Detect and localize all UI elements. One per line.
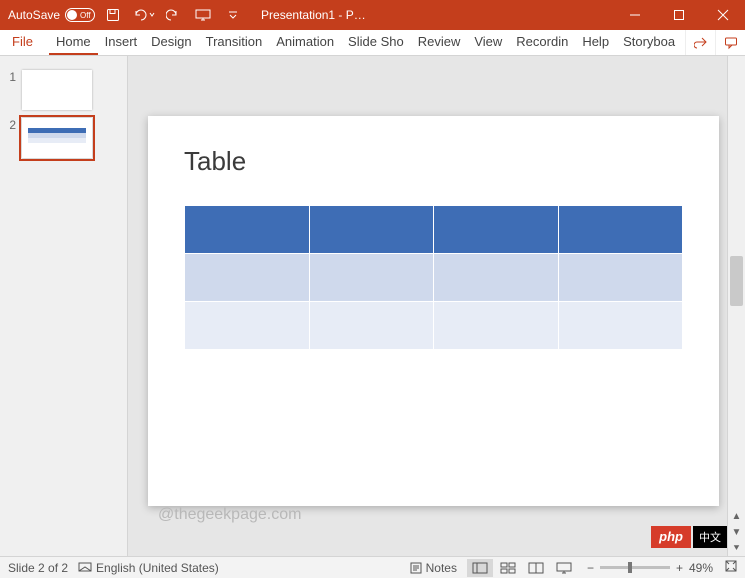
tab-review[interactable]: Review [411, 30, 468, 55]
scrollbar-thumb[interactable] [730, 256, 743, 306]
close-button[interactable] [701, 0, 745, 30]
autosave-label: AutoSave [8, 8, 60, 22]
table-cell[interactable] [309, 302, 434, 350]
watermark-text: @thegeekpage.com [158, 506, 301, 524]
present-from-beginning-icon[interactable] [191, 3, 215, 27]
tab-transition[interactable]: Transition [199, 30, 270, 55]
tab-design[interactable]: Design [144, 30, 198, 55]
table-cell[interactable] [434, 254, 559, 302]
thumbnail-number: 1 [6, 70, 16, 84]
thumbnail-number: 2 [6, 118, 16, 132]
table-cell[interactable] [558, 206, 683, 254]
table-cell[interactable] [558, 302, 683, 350]
slide-thumbnail[interactable] [22, 70, 92, 110]
undo-icon[interactable] [131, 3, 155, 27]
slide-title: Table [184, 146, 683, 177]
tab-view[interactable]: View [467, 30, 509, 55]
ribbon-tabs: File HomeInsertDesignTransitionAnimation… [0, 30, 745, 56]
slide-counter[interactable]: Slide 2 of 2 [8, 561, 68, 575]
tab-recordin[interactable]: Recordin [509, 30, 575, 55]
minimize-button[interactable] [613, 0, 657, 30]
notes-button[interactable]: Notes [410, 561, 457, 575]
table-cell[interactable] [185, 302, 310, 350]
slide-editor: Table @thegeekpage.com ▲ ▼ ⯆ php 中文 [128, 56, 745, 556]
prev-slide-icon[interactable]: ▲ [728, 508, 745, 524]
zoom-percent: 49% [689, 561, 719, 575]
slide-thumbnails-panel: 12 [0, 56, 128, 556]
table-cell[interactable] [185, 206, 310, 254]
table-cell[interactable] [309, 206, 434, 254]
table-cell[interactable] [185, 254, 310, 302]
table-cell[interactable] [309, 254, 434, 302]
slide-thumbnail[interactable] [22, 118, 92, 158]
zoom-slider[interactable]: − + 49% [587, 560, 737, 575]
fit-to-window-icon[interactable] [725, 560, 737, 575]
tab-file[interactable]: File [0, 30, 49, 55]
normal-view-icon[interactable] [467, 559, 493, 577]
php-badge: php 中文 [651, 526, 727, 548]
customize-qat-icon[interactable] [221, 3, 245, 27]
table-cell[interactable] [434, 302, 559, 350]
reading-view-icon[interactable] [523, 559, 549, 577]
title-bar: AutoSave Off Presentation1 - P… [0, 0, 745, 30]
tab-home[interactable]: Home [49, 30, 98, 55]
tab-slide-sho[interactable]: Slide Sho [341, 30, 411, 55]
tab-help[interactable]: Help [575, 30, 616, 55]
table-cell[interactable] [558, 254, 683, 302]
tab-animation[interactable]: Animation [269, 30, 341, 55]
comments-icon[interactable] [715, 30, 745, 55]
status-bar: Slide 2 of 2 English (United States) Not… [0, 556, 745, 578]
redo-icon[interactable] [161, 3, 185, 27]
maximize-button[interactable] [657, 0, 701, 30]
slide-canvas[interactable]: Table [148, 116, 719, 506]
table-cell[interactable] [434, 206, 559, 254]
zoom-out-icon[interactable]: − [587, 561, 594, 575]
tab-insert[interactable]: Insert [98, 30, 145, 55]
tab-storyboa[interactable]: Storyboa [616, 30, 682, 55]
slide-table[interactable] [184, 205, 683, 350]
vertical-scrollbar[interactable]: ▲ ▼ ⯆ [727, 56, 745, 556]
slide-sorter-view-icon[interactable] [495, 559, 521, 577]
share-icon[interactable] [685, 30, 715, 55]
work-area: 12 Table @thegeekpage.com ▲ ▼ ⯆ php 中文 [0, 56, 745, 556]
language-status[interactable]: English (United States) [78, 561, 219, 575]
next-slide-icon[interactable]: ▼ [728, 524, 745, 540]
slide-show-icon[interactable] [551, 559, 577, 577]
autosave-toggle[interactable]: AutoSave Off [8, 8, 95, 22]
document-title: Presentation1 - P… [261, 8, 366, 22]
save-icon[interactable] [101, 3, 125, 27]
zoom-in-icon[interactable]: + [676, 561, 683, 575]
nav-menu-icon[interactable]: ⯆ [728, 540, 745, 556]
